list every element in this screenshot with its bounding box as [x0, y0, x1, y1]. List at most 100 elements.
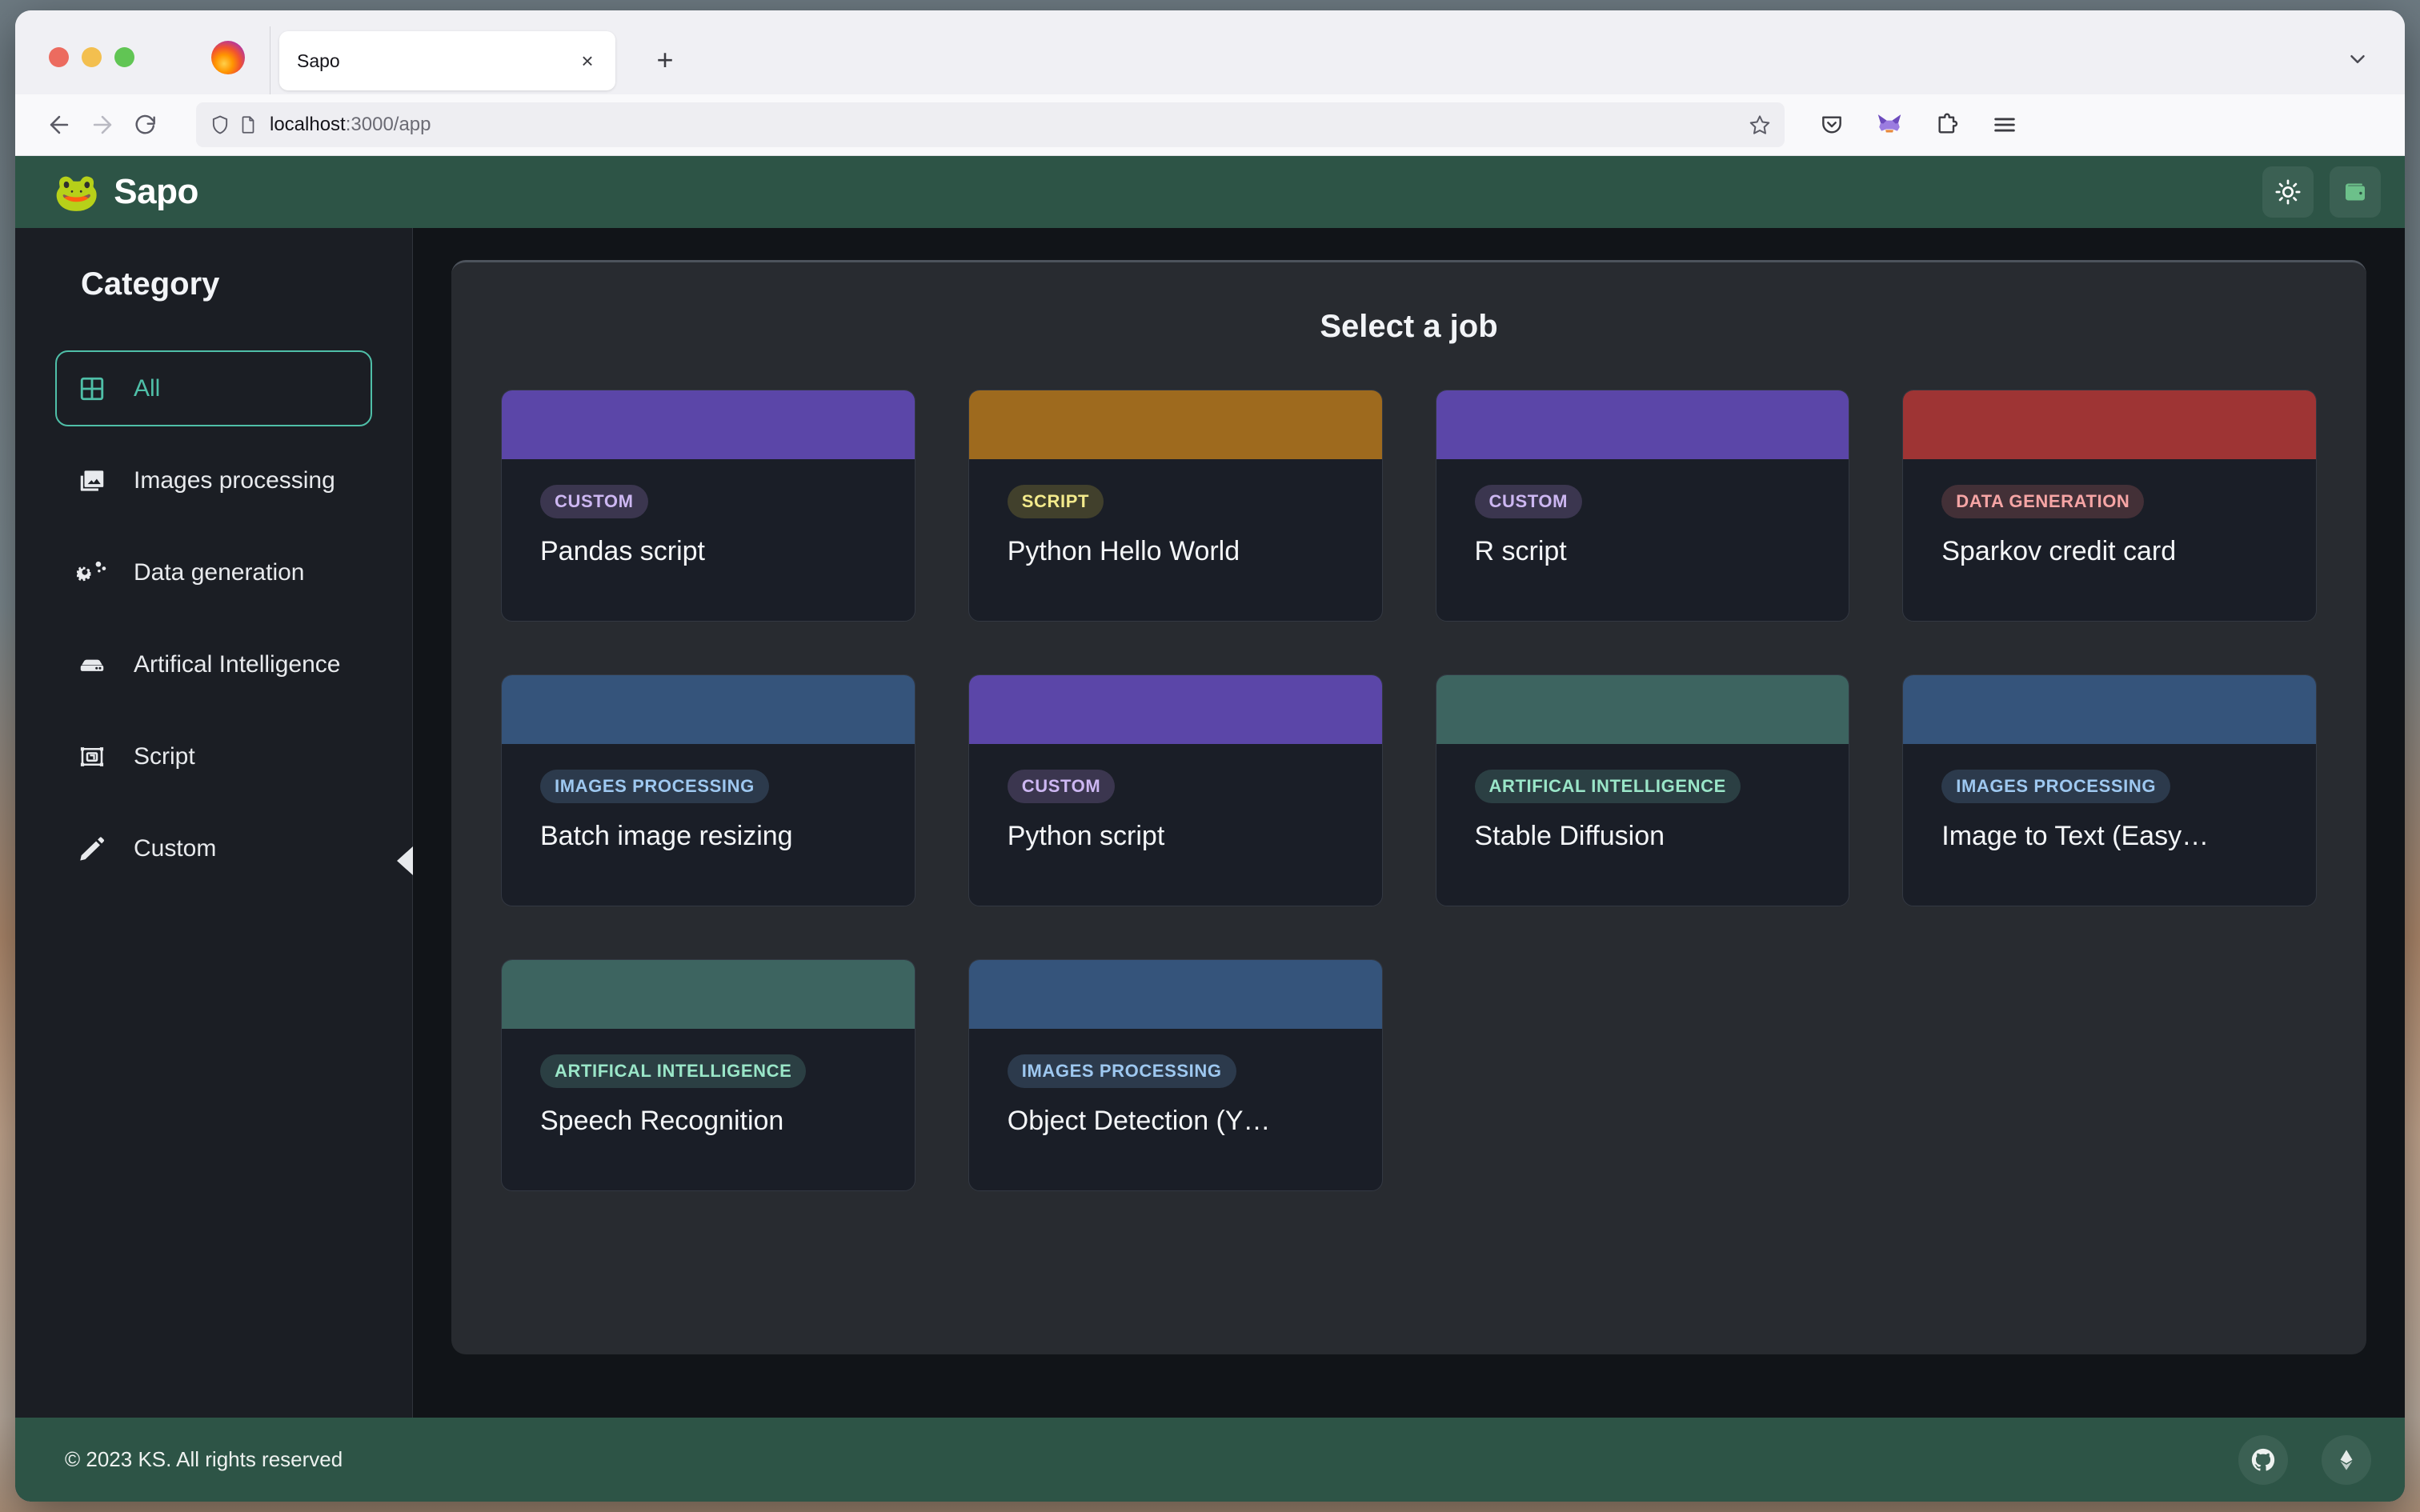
- job-title: R script: [1474, 536, 1567, 566]
- page-viewport: 🐸 Sapo Category All Images processing Da…: [15, 156, 2405, 1502]
- job-card[interactable]: IMAGES PROCESSING Batch image resizing: [501, 674, 916, 906]
- card-banner: [968, 675, 1382, 744]
- card-body: IMAGES PROCESSING Image to Text (Easy…: [1903, 744, 2316, 852]
- sidebar-item-data-generation[interactable]: Data generation: [55, 534, 372, 610]
- pencil-icon: [74, 831, 110, 866]
- job-card[interactable]: ARTIFICAL INTELLIGENCE Stable Diffusion: [1435, 674, 1850, 906]
- script-frame-icon: [74, 739, 110, 774]
- forward-arrow-icon[interactable]: [81, 103, 124, 146]
- shield-icon: [209, 114, 231, 136]
- status-badge: DATA GENERATION: [1941, 485, 2145, 518]
- browser-tab[interactable]: Sapo ×: [279, 31, 615, 90]
- new-tab-button[interactable]: +: [647, 42, 683, 78]
- frog-logo-icon: 🐸: [54, 171, 100, 213]
- job-selection-panel: Select a job CUSTOM Pandas script SCRIPT…: [451, 260, 2366, 1354]
- address-bar[interactable]: localhost:3000/app: [196, 102, 1785, 147]
- browser-tab-title: Sapo: [297, 50, 340, 71]
- images-icon: [74, 463, 110, 498]
- gears-icon: [74, 555, 110, 590]
- maximize-window-button[interactable]: [114, 47, 134, 67]
- sidebar-item-artifical-intelligence[interactable]: Artifical Intelligence: [55, 626, 372, 702]
- card-banner: [502, 390, 915, 459]
- pocket-icon[interactable]: [1813, 106, 1850, 143]
- copyright-text: © 2023 KS. All rights reserved: [65, 1447, 343, 1471]
- reload-icon[interactable]: [124, 103, 167, 146]
- footer-social-links: [2238, 1434, 2371, 1485]
- back-arrow-icon[interactable]: [38, 103, 81, 146]
- header-actions: [2262, 166, 2381, 218]
- job-card-grid: CUSTOM Pandas script SCRIPT Python Hello…: [501, 390, 2317, 1191]
- status-badge: CUSTOM: [1474, 485, 1583, 518]
- sidebar-item-custom[interactable]: Custom: [55, 810, 372, 886]
- card-body: IMAGES PROCESSING Batch image resizing: [502, 744, 915, 852]
- address-bar-url: localhost:3000/app: [270, 114, 431, 136]
- sidebar-item-script[interactable]: Script: [55, 718, 372, 794]
- job-title: Python script: [1007, 821, 1165, 851]
- job-title: Python Hello World: [1007, 536, 1240, 566]
- card-banner: [968, 390, 1382, 459]
- metamask-fox-icon[interactable]: [1871, 106, 1908, 143]
- card-body: IMAGES PROCESSING Object Detection (Y…: [969, 1029, 1382, 1137]
- app-body: Category All Images processing Data gene…: [15, 228, 2405, 1418]
- close-window-button[interactable]: [49, 47, 69, 67]
- card-banner: [1436, 390, 1849, 459]
- card-banner: [968, 960, 1382, 1029]
- status-badge: IMAGES PROCESSING: [540, 770, 769, 803]
- job-card[interactable]: DATA GENERATION Sparkov credit card: [1902, 390, 2317, 622]
- job-card[interactable]: IMAGES PROCESSING Object Detection (Y…: [968, 959, 1383, 1191]
- sidebar-item-label: Images processing: [134, 466, 335, 494]
- browser-toolbar: localhost:3000/app: [15, 94, 2405, 156]
- card-body: CUSTOM Pandas script: [502, 459, 915, 567]
- status-badge: CUSTOM: [540, 485, 648, 518]
- browser-tab-strip: Sapo × +: [15, 10, 2405, 94]
- collapse-left-arrow-icon[interactable]: [397, 846, 413, 876]
- minimize-window-button[interactable]: [82, 47, 102, 67]
- job-card[interactable]: CUSTOM R script: [1435, 390, 1850, 622]
- sidebar-item-images-processing[interactable]: Images processing: [55, 442, 372, 518]
- url-host: localhost: [270, 114, 346, 135]
- job-card[interactable]: CUSTOM Python script: [968, 674, 1383, 906]
- job-title: Object Detection (Y…: [1007, 1106, 1271, 1136]
- job-card[interactable]: ARTIFICAL INTELLIGENCE Speech Recognitio…: [501, 959, 916, 1191]
- star-icon[interactable]: [1748, 113, 1772, 137]
- job-card[interactable]: SCRIPT Python Hello World: [968, 390, 1383, 622]
- firefox-logo-icon: [211, 41, 245, 74]
- close-tab-icon[interactable]: ×: [571, 44, 604, 78]
- status-badge: CUSTOM: [1007, 770, 1116, 803]
- card-body: ARTIFICAL INTELLIGENCE Speech Recognitio…: [502, 1029, 915, 1137]
- status-badge: IMAGES PROCESSING: [1007, 1054, 1236, 1088]
- sidebar-item-all[interactable]: All: [55, 350, 372, 426]
- hamburger-menu-icon[interactable]: [1986, 106, 2023, 143]
- card-banner: [1903, 390, 2316, 459]
- card-banner: [1436, 675, 1849, 744]
- job-title: Stable Diffusion: [1474, 821, 1665, 851]
- window-traffic-lights: [49, 47, 134, 67]
- status-badge: SCRIPT: [1007, 485, 1104, 518]
- sidebar-item-label: Data generation: [134, 558, 305, 586]
- theme-toggle-button[interactable]: [2262, 166, 2314, 218]
- ethereum-icon[interactable]: [2322, 1434, 2371, 1485]
- card-banner: [502, 960, 915, 1029]
- job-title: Sparkov credit card: [1941, 536, 2177, 566]
- chevron-down-icon[interactable]: [2346, 47, 2370, 74]
- app-name: Sapo: [114, 172, 198, 211]
- job-title: Pandas script: [540, 536, 705, 566]
- wallet-button[interactable]: [2330, 166, 2381, 218]
- card-body: SCRIPT Python Hello World: [969, 459, 1382, 567]
- page-icon: [238, 114, 258, 135]
- app-header: 🐸 Sapo: [15, 156, 2405, 228]
- github-icon[interactable]: [2238, 1434, 2288, 1485]
- extensions-puzzle-icon[interactable]: [1929, 106, 1965, 143]
- page-title: Select a job: [1320, 309, 1498, 344]
- category-sidebar: Category All Images processing Data gene…: [15, 228, 413, 1418]
- job-card[interactable]: CUSTOM Pandas script: [501, 390, 916, 622]
- card-banner: [502, 675, 915, 744]
- toolbar-right-icons: [1813, 106, 2023, 143]
- job-card[interactable]: IMAGES PROCESSING Image to Text (Easy…: [1902, 674, 2317, 906]
- card-banner: [1903, 675, 2316, 744]
- app-brand[interactable]: 🐸 Sapo: [54, 172, 198, 212]
- job-title: Image to Text (Easy…: [1941, 821, 2210, 851]
- url-path: :3000/app: [345, 114, 431, 135]
- browser-window: Sapo × + localhost:3000/app 🐸 Sapo Categ…: [15, 10, 2405, 1502]
- status-badge: ARTIFICAL INTELLIGENCE: [1474, 770, 1741, 803]
